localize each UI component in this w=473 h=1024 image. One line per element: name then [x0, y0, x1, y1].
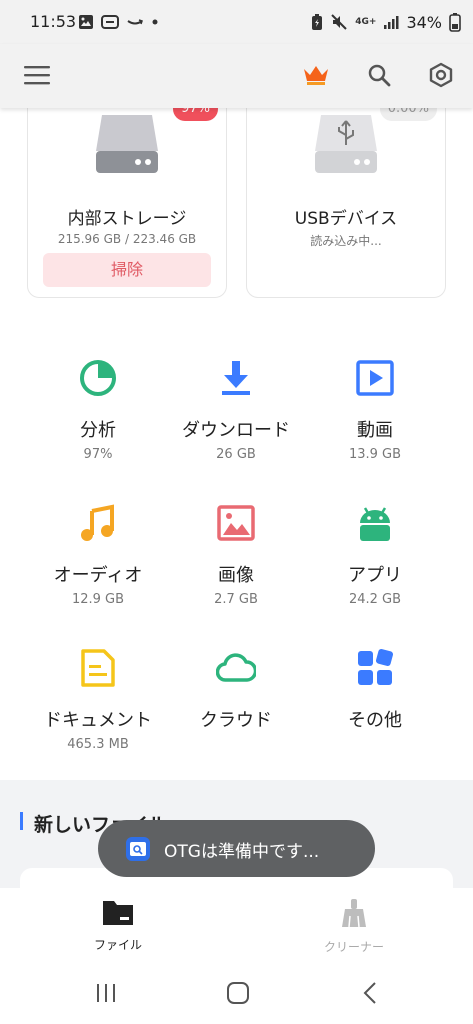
category-label: 動画 [357, 420, 393, 441]
category-label: アプリ [348, 565, 402, 586]
usb-drive-icon [315, 115, 377, 173]
folder-icon [103, 901, 133, 925]
tab-files-label: ファイル [93, 938, 142, 952]
amazon-notification-icon [127, 19, 143, 25]
category-size: 465.3 MB [67, 737, 129, 752]
category-size [161, 737, 311, 753]
file-manager-app-icon [126, 837, 150, 861]
home-icon[interactable] [226, 981, 250, 1005]
hamburger-menu-icon[interactable] [22, 60, 52, 90]
broom-icon [342, 899, 366, 928]
notification-icons [78, 13, 159, 31]
document-icon [81, 649, 115, 687]
category-images[interactable]: 画像 2.7 GB [161, 503, 311, 608]
category-label: 分析 [80, 420, 116, 441]
download-icon [222, 361, 250, 395]
category-apps[interactable]: アプリ 24.2 GB [300, 503, 450, 608]
tab-files[interactable]: ファイル [58, 898, 178, 953]
category-label: その他 [348, 710, 402, 731]
usage-badge: 97% [173, 108, 218, 121]
recent-apps-icon[interactable] [94, 982, 118, 1004]
toast-message: OTGは準備中です... [164, 842, 320, 862]
usage-badge: 0.00% [379, 108, 437, 121]
crown-icon[interactable] [301, 60, 331, 90]
category-size: 97% [83, 447, 113, 462]
category-audio[interactable]: オーディオ 12.9 GB [23, 503, 173, 608]
image-icon [217, 505, 255, 541]
main-content[interactable]: 97% 内部ストレージ 215.96 GB / 223.46 GB 掃除 0.0… [0, 108, 473, 888]
search-icon[interactable] [364, 60, 394, 90]
back-icon[interactable] [362, 981, 378, 1005]
usb-device-card[interactable]: 0.00% USBデバイス 読み込み中... [246, 108, 446, 298]
category-size: 2.7 GB [214, 592, 258, 607]
battery-saver-icon [312, 14, 323, 30]
category-video[interactable]: 動画 13.9 GB [300, 358, 450, 463]
clean-button[interactable]: 掃除 [43, 253, 211, 287]
category-analysis[interactable]: 分析 97% [23, 358, 173, 463]
cloud-icon [215, 653, 258, 682]
tab-cleaner[interactable]: クリーナー [294, 898, 414, 955]
category-size: 26 GB [216, 447, 256, 462]
mute-icon [331, 14, 347, 30]
category-other[interactable]: その他 [300, 648, 450, 753]
hard-drive-icon [96, 115, 158, 173]
storage-usage: 215.96 GB / 223.46 GB [57, 232, 197, 246]
category-size: 12.9 GB [71, 592, 125, 607]
internal-storage-card[interactable]: 97% 内部ストレージ 215.96 GB / 223.46 GB 掃除 [27, 108, 227, 298]
settings-hexagon-icon[interactable] [426, 60, 456, 90]
message-notification-icon [101, 15, 119, 29]
category-label: ドキュメント [44, 710, 152, 731]
bottom-navigation: ファイル クリーナー [0, 888, 473, 968]
signal-icon [384, 16, 399, 29]
storage-status: 読み込み中... [310, 234, 382, 248]
section-accent-bar [20, 812, 23, 830]
otg-toast: OTGは準備中です... [98, 820, 375, 877]
storage-name: 内部ストレージ [67, 209, 187, 229]
category-documents[interactable]: ドキュメント 465.3 MB [23, 648, 173, 753]
video-icon [356, 360, 394, 396]
tab-cleaner-label: クリーナー [323, 940, 384, 954]
gallery-notification-icon [79, 15, 93, 29]
category-label: 画像 [218, 565, 254, 586]
status-time: 11:53 [30, 12, 77, 31]
category-size: 13.9 GB [348, 447, 402, 462]
android-icon [360, 507, 390, 541]
network-type: 4G+ [355, 17, 377, 27]
system-navigation-bar [0, 968, 473, 1024]
category-label: ダウンロード [182, 420, 290, 441]
storage-name: USBデバイス [294, 209, 398, 229]
more-notifications-dot-icon [152, 19, 158, 25]
app-bar [0, 44, 473, 108]
category-size [300, 737, 450, 753]
category-size: 24.2 GB [348, 592, 402, 607]
music-note-icon [81, 504, 114, 541]
system-status-icons: 4G+ 34% [311, 12, 461, 32]
battery-icon [449, 13, 461, 32]
analysis-pie-icon [80, 360, 116, 396]
status-bar: 11:53 4G+ 34% [0, 0, 473, 44]
category-label: オーディオ [53, 565, 143, 586]
category-label: クラウド [200, 710, 272, 731]
category-download[interactable]: ダウンロード 26 GB [161, 358, 311, 463]
category-cloud[interactable]: クラウド [161, 648, 311, 753]
battery-percent: 34% [406, 12, 442, 32]
grid-apps-icon [358, 648, 394, 685]
